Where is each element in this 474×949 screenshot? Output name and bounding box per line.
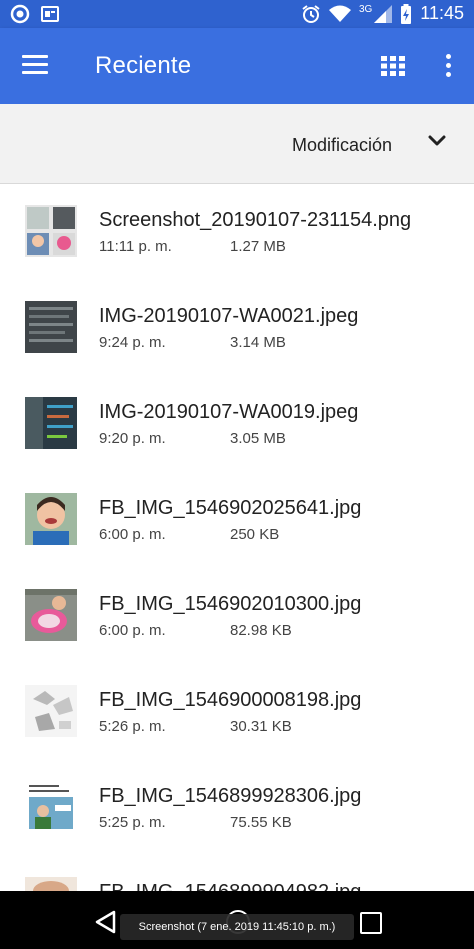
battery-icon [401, 3, 412, 24]
alarm-icon [302, 4, 320, 23]
screenshot-toast: Screenshot (7 ene. 2019 11:45:10 p. m.) [120, 914, 354, 940]
file-size: 250 KB [230, 526, 280, 543]
file-name: IMG-20190107-WA0021.jpeg [99, 305, 359, 327]
file-time: 11:11 p. m. [99, 238, 172, 255]
network-type: 3G [358, 4, 373, 15]
navigation-bar: Screenshot (7 ene. 2019 11:45:10 p. m.) [0, 891, 474, 949]
file-row[interactable]: FB_IMG_1546902010300.jpg 6:00 p. m. 82.9… [0, 569, 474, 665]
file-size: 82.98 KB [230, 622, 292, 639]
file-time: 9:20 p. m. [99, 430, 166, 447]
file-name: FB_IMG_1546899904982.jpg [99, 881, 361, 891]
file-row[interactable]: FB_IMG_1546899928306.jpg 5:25 p. m. 75.5… [0, 761, 474, 857]
file-thumbnail [25, 781, 77, 833]
file-size: 1.27 MB [230, 238, 286, 255]
file-thumbnail [25, 301, 77, 353]
file-thumbnail [25, 205, 77, 257]
file-row[interactable]: IMG-20190107-WA0021.jpeg 9:24 p. m. 3.14… [0, 281, 474, 377]
file-size: 3.14 MB [230, 334, 286, 351]
file-time: 6:00 p. m. [99, 622, 166, 639]
file-name: FB_IMG_1546899928306.jpg [99, 785, 362, 807]
app-bar: Reciente [0, 28, 474, 104]
status-bar: 3G 11:45 [0, 0, 474, 28]
file-time: 5:25 p. m. [99, 814, 166, 831]
page-title: Reciente [95, 52, 192, 79]
more-vert-icon[interactable] [444, 54, 452, 78]
file-thumbnail [25, 493, 77, 545]
file-name: FB_IMG_1546900008198.jpg [99, 689, 362, 711]
file-name: FB_IMG_1546902010300.jpg [99, 593, 362, 615]
file-thumbnail [25, 877, 77, 891]
file-size: 75.55 KB [230, 814, 292, 831]
file-row[interactable]: FB_IMG_1546900008198.jpg 5:26 p. m. 30.3… [0, 665, 474, 761]
file-thumbnail [25, 589, 77, 641]
file-size: 30.31 KB [230, 718, 292, 735]
screenshot-notification-icon [41, 6, 59, 22]
file-size: 3.05 MB [230, 430, 286, 447]
file-thumbnail [25, 685, 77, 737]
circle-notification-icon [10, 4, 30, 24]
menu-icon[interactable] [22, 55, 48, 77]
back-icon[interactable] [94, 910, 118, 934]
sort-dropdown[interactable]: Modificación [292, 135, 392, 156]
file-time: 9:24 p. m. [99, 334, 166, 351]
sort-bar: Modificación [0, 104, 474, 184]
file-time: 6:00 p. m. [99, 526, 166, 543]
file-name: Screenshot_20190107-231154.png [99, 209, 412, 231]
chevron-down-icon[interactable] [428, 135, 446, 147]
file-list: Screenshot_20190107-231154.png 11:11 p. … [0, 185, 474, 891]
recents-icon[interactable] [360, 912, 382, 934]
file-row[interactable]: Screenshot_20190107-231154.png 11:11 p. … [0, 185, 474, 281]
grid-view-icon[interactable] [381, 56, 405, 76]
file-name: FB_IMG_1546902025641.jpg [99, 497, 362, 519]
file-row[interactable]: FB_IMG_1546902025641.jpg 6:00 p. m. 250 … [0, 473, 474, 569]
file-row[interactable]: FB_IMG_1546899904982.jpg [0, 857, 474, 891]
status-time: 11:45 [420, 3, 464, 23]
file-thumbnail [25, 397, 77, 449]
wifi-icon [328, 5, 351, 22]
file-row[interactable]: IMG-20190107-WA0019.jpeg 9:20 p. m. 3.05… [0, 377, 474, 473]
signal-icon [374, 4, 393, 23]
file-name: IMG-20190107-WA0019.jpeg [99, 401, 359, 423]
file-time: 5:26 p. m. [99, 718, 166, 735]
